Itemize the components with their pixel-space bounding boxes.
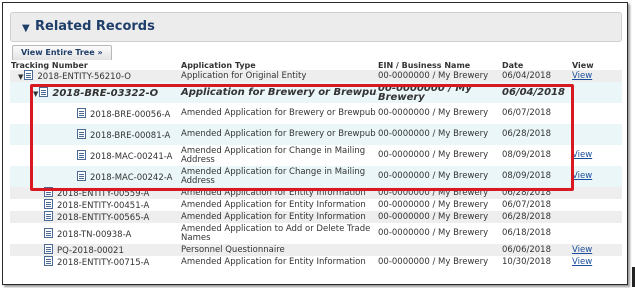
col-header-date: Date bbox=[501, 60, 571, 70]
col-header-ein: EIN / Business Name bbox=[377, 60, 501, 70]
view-entire-tree-button[interactable]: View Entire Tree » bbox=[12, 45, 112, 61]
view-link[interactable]: View bbox=[572, 71, 592, 81]
tracking-number[interactable]: 2018-ENTITY-56210-O bbox=[37, 72, 131, 82]
record-date: 06/28/2018 bbox=[501, 124, 571, 145]
table-row[interactable]: PQ-2018-00021 Personnel Questionnaire 06… bbox=[10, 244, 622, 256]
table-row-selected[interactable]: ▼ 2018-BRE-03322-O Application for Brewer… bbox=[10, 82, 622, 103]
view-link[interactable]: View bbox=[572, 171, 592, 181]
ein-business-name: 00-0000000 / My Brewery bbox=[377, 70, 501, 82]
ein-business-name: 00-0000000 / My Brewery bbox=[377, 145, 501, 166]
record-icon bbox=[44, 211, 53, 221]
collapse-toggle-icon[interactable]: ▼ bbox=[18, 73, 23, 82]
related-records-panel: ▼ Related Records View Entire Tree » Tra… bbox=[2, 2, 628, 285]
record-icon bbox=[39, 86, 49, 97]
record-icon bbox=[44, 244, 53, 254]
record-date: 06/07/2018 bbox=[502, 199, 551, 210]
record-date: 06/04/2018 bbox=[501, 70, 571, 82]
record-icon bbox=[77, 170, 86, 181]
record-date: 06/04/2018 bbox=[501, 82, 571, 103]
view-link[interactable]: View bbox=[572, 257, 592, 267]
application-type: Amended Application for Entity Informati… bbox=[180, 211, 377, 223]
table-row[interactable]: 2018-ENTITY-00715-A Amended Application … bbox=[10, 256, 622, 268]
record-date: 06/06/2018 bbox=[501, 244, 571, 256]
record-icon bbox=[24, 70, 34, 80]
table-row[interactable]: 2018-BRE-00056-A Amended Application for… bbox=[10, 103, 622, 124]
record-date: 06/28/2018 bbox=[501, 211, 571, 223]
table-row[interactable]: 2018-TN-00938-A Amended Application to A… bbox=[10, 223, 622, 244]
record-icon bbox=[44, 199, 53, 209]
ein-business-name: 00-0000000 / My Brewery bbox=[377, 103, 501, 124]
ein-business-name bbox=[377, 244, 501, 256]
ein-business-name: 00-0000000 / My Brewery bbox=[377, 124, 501, 145]
ein-business-name: 00-0000000 / My Brewery bbox=[378, 256, 489, 267]
view-link[interactable]: View bbox=[572, 245, 592, 255]
col-header-tracking: Tracking Number bbox=[10, 60, 180, 70]
tracking-number[interactable]: 2018-BRE-00056-A bbox=[90, 110, 170, 120]
application-type: Application for Brewery or Brewpub bbox=[180, 82, 377, 103]
table-row[interactable]: ▼ 2018-ENTITY-56210-O Application for Ori… bbox=[10, 70, 622, 82]
tracking-number[interactable]: 2018-MAC-00241-A bbox=[90, 152, 172, 162]
tracking-number[interactable]: 2018-MAC-00242-A bbox=[90, 173, 172, 183]
record-icon bbox=[44, 227, 53, 238]
table-row[interactable]: 2018-ENTITY-00559-A Amended Application … bbox=[10, 187, 622, 199]
application-type: Amended Application for Entity Informati… bbox=[180, 187, 377, 199]
application-type: Amended Application for Brewery or Brewp… bbox=[181, 108, 376, 118]
col-header-app-type: Application Type bbox=[180, 60, 377, 70]
application-type: Amended Application for Change in Mailin… bbox=[181, 145, 366, 165]
record-date: 06/28/2018 bbox=[501, 187, 571, 199]
ein-business-name: 00-0000000 / My Brewery bbox=[377, 211, 501, 223]
tracking-number[interactable]: 2018-BRE-00081-A bbox=[90, 131, 170, 141]
col-header-view: View bbox=[571, 60, 622, 70]
application-type: Amended Application for Entity Informati… bbox=[181, 199, 366, 210]
related-records-header[interactable]: ▼ Related Records bbox=[10, 12, 622, 42]
ein-business-name: 00-0000000 / My Brewery bbox=[377, 223, 501, 244]
table-row[interactable]: 2018-MAC-00242-A Amended Application for… bbox=[10, 166, 622, 187]
table-row[interactable]: 2018-MAC-00241-A Amended Application for… bbox=[10, 145, 622, 166]
application-type: Amended Application for Entity Informati… bbox=[181, 256, 366, 267]
ein-business-name: 00-0000000 / My Brewery bbox=[377, 187, 501, 199]
record-icon bbox=[77, 149, 86, 160]
collapse-toggle-icon[interactable]: ▼ bbox=[33, 90, 38, 99]
ein-business-name: 00-0000000 / My Brewery bbox=[377, 166, 501, 187]
record-date: 10/30/2018 bbox=[502, 256, 551, 267]
ein-business-name: 00-0000000 / My Brewery bbox=[378, 82, 472, 103]
section-title: Related Records bbox=[35, 19, 155, 34]
tracking-number[interactable]: 2018-ENTITY-00565-A bbox=[57, 213, 149, 223]
record-icon bbox=[77, 107, 86, 118]
record-date: 06/18/2018 bbox=[501, 223, 571, 244]
application-type: Amended Application to Add or Delete Tra… bbox=[181, 223, 371, 243]
record-icon bbox=[44, 256, 53, 266]
tracking-number[interactable]: 2018-ENTITY-00715-A bbox=[57, 258, 149, 268]
application-type: Amended Application for Change in Mailin… bbox=[181, 166, 366, 186]
tracking-number[interactable]: PQ-2018-00021 bbox=[57, 246, 124, 256]
related-records-table: Tracking Number Application Type EIN / B… bbox=[10, 60, 622, 268]
record-date: 08/09/2018 bbox=[501, 166, 571, 187]
application-type: Application for Original Entity bbox=[180, 70, 377, 82]
collapse-triangle-icon[interactable]: ▼ bbox=[22, 23, 30, 34]
application-type: Amended Application for Brewery or Brewp… bbox=[181, 129, 376, 139]
record-icon bbox=[44, 187, 53, 197]
tracking-number[interactable]: 2018-ENTITY-00451-A bbox=[57, 201, 149, 211]
table-header-row: Tracking Number Application Type EIN / B… bbox=[10, 60, 622, 70]
view-link[interactable]: View bbox=[572, 150, 592, 160]
tracking-number[interactable]: 2018-TN-00938-A bbox=[57, 230, 131, 240]
table-row[interactable]: 2018-ENTITY-00565-A Amended Application … bbox=[10, 211, 622, 223]
record-icon bbox=[77, 128, 86, 139]
record-date: 08/09/2018 bbox=[501, 145, 571, 166]
ein-business-name: 00-0000000 / My Brewery bbox=[378, 199, 489, 210]
record-date: 06/07/2018 bbox=[501, 103, 571, 124]
table-row[interactable]: 2018-BRE-00081-A Amended Application for… bbox=[10, 124, 622, 145]
tracking-number[interactable]: 2018-BRE-03322-O bbox=[52, 88, 158, 99]
application-type: Personnel Questionnaire bbox=[180, 244, 377, 256]
tracking-number[interactable]: 2018-ENTITY-00559-A bbox=[57, 189, 149, 199]
table-row[interactable]: 2018-ENTITY-00451-A Amended Application … bbox=[10, 199, 622, 211]
